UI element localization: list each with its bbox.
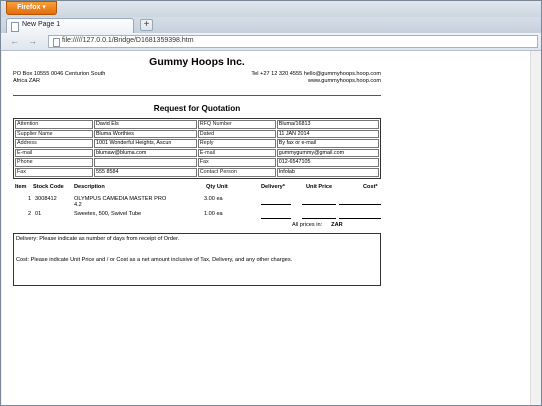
- unit-price-blank: [302, 218, 336, 219]
- field-label: Fax: [15, 167, 93, 177]
- table-row: Supplier Name Bluma Worthies Dated 11 JA…: [15, 129, 379, 139]
- field-value: By fax or e-mail: [276, 139, 379, 148]
- item-number: 1: [28, 196, 32, 202]
- column-header: Delivery*: [261, 184, 285, 190]
- column-header: Description: [74, 184, 105, 190]
- company-contact: Tel +27 12 320 4555 hello@gummyhoops.hoo…: [181, 71, 381, 84]
- field-label: E-mail: [15, 148, 93, 158]
- currency-line: All prices in: ZAR: [292, 222, 343, 228]
- column-header: Item: [15, 184, 27, 190]
- unit-price-blank: [302, 204, 336, 205]
- new-tab-button[interactable]: +: [140, 19, 153, 31]
- field-value: [93, 158, 197, 167]
- field-value: David Els: [93, 120, 197, 129]
- url-text: file://///127.0.0.1/Bridge/D1681359398.h…: [62, 37, 194, 44]
- cost-note: Cost: Please indicate Unit Price and / o…: [16, 257, 293, 263]
- stock-code: 01: [35, 211, 42, 217]
- field-label: Reply: [197, 139, 276, 148]
- column-header: Cost*: [363, 184, 378, 190]
- table-row: Phone Fax 012-6547105: [15, 158, 379, 167]
- item-quantity: 3.00 ea: [204, 196, 223, 202]
- field-label: Dated: [197, 129, 276, 139]
- field-value: gummygummy@gmail.com: [276, 148, 379, 158]
- item-quantity: 1.00 ea: [204, 211, 223, 217]
- item-description: 4.2: [74, 202, 82, 208]
- delivery-blank: [261, 218, 291, 219]
- table-row: Attention David Els RFQ Number Bluma/168…: [15, 120, 379, 129]
- item-number: 2: [28, 211, 32, 217]
- delivery-note: Delivery: Please indicate as number of d…: [16, 236, 180, 242]
- document-title: Request for Quotation: [153, 104, 241, 113]
- delivery-blank: [261, 204, 291, 205]
- item-description: Sweetex, 500, Swivel Tube: [74, 211, 142, 217]
- browser-window: Firefox ▾ New Page 1 + ← → file://///127…: [0, 0, 542, 406]
- vertical-scrollbar[interactable]: [530, 51, 541, 405]
- field-label: E-mail: [197, 148, 276, 158]
- field-value: Bluma Worthies: [93, 129, 197, 139]
- contact-line: www.gummyhoops.hoop.com: [307, 77, 381, 84]
- table-row: Address 1001 Wonderful Heights, Ascun Re…: [15, 139, 379, 148]
- firefox-menu-label: Firefox: [17, 4, 41, 11]
- field-label: Attention: [15, 120, 93, 129]
- field-value: 555 8584: [93, 167, 197, 177]
- item-description: OLYMPUS CAMEDIA MASTER PRO: [74, 196, 167, 202]
- field-label: Address: [15, 139, 93, 148]
- address-line: Africa ZAR: [13, 77, 41, 84]
- company-address: PO Box 10555 0046 Centurion South Africa…: [13, 71, 143, 84]
- field-value: Infolab: [276, 167, 379, 177]
- rfq-info-table: Attention David Els RFQ Number Bluma/168…: [13, 118, 381, 179]
- firefox-menu-button[interactable]: Firefox ▾: [6, 1, 57, 15]
- page-icon: [11, 22, 19, 32]
- field-value: 1001 Wonderful Heights, Ascun: [93, 139, 197, 148]
- tab-new-page-1[interactable]: New Page 1: [6, 18, 134, 33]
- back-arrow-icon[interactable]: ←: [9, 36, 20, 47]
- forward-arrow-icon[interactable]: →: [27, 36, 38, 47]
- table-row: Fax 555 8584 Contact Person Infolab: [15, 167, 379, 177]
- tab-label: New Page 1: [22, 21, 61, 28]
- currency-value: ZAR: [331, 222, 343, 228]
- field-value: 012-6547105: [276, 158, 379, 167]
- field-label: Contact Person: [197, 167, 276, 177]
- column-header: Unit Price: [306, 184, 333, 190]
- cost-blank: [339, 218, 381, 219]
- stock-code: 3008412: [35, 196, 57, 202]
- page-viewport: Gummy Hoops Inc. PO Box 10555 0046 Centu…: [2, 51, 530, 405]
- field-label: Fax: [197, 158, 276, 167]
- divider: [13, 95, 381, 96]
- address-bar[interactable]: file://///127.0.0.1/Bridge/D1681359398.h…: [48, 35, 538, 48]
- field-label: Supplier Name: [15, 129, 93, 139]
- cost-blank: [339, 204, 381, 205]
- field-label: RFQ Number: [197, 120, 276, 129]
- notes-box: Delivery: Please indicate as number of d…: [13, 233, 381, 286]
- field-label: Phone: [15, 158, 93, 167]
- company-name: Gummy Hoops Inc.: [149, 56, 245, 68]
- page-icon: [53, 38, 60, 47]
- navigation-bar: ← → file://///127.0.0.1/Bridge/D16813593…: [1, 33, 541, 51]
- field-value: 11 JAN 2014: [276, 129, 379, 139]
- column-header: Qty Unit: [206, 184, 228, 190]
- table-row: E-mail blumaw@bluma.com E-mail gummygumm…: [15, 148, 379, 158]
- prices-label: All prices in:: [292, 222, 323, 228]
- tab-bar: New Page 1 +: [1, 17, 541, 33]
- column-header: Stock Code: [33, 184, 64, 190]
- field-value: Bluma/16813: [276, 120, 379, 129]
- title-bar: Firefox ▾: [1, 1, 541, 17]
- field-value: blumaw@bluma.com: [93, 148, 197, 158]
